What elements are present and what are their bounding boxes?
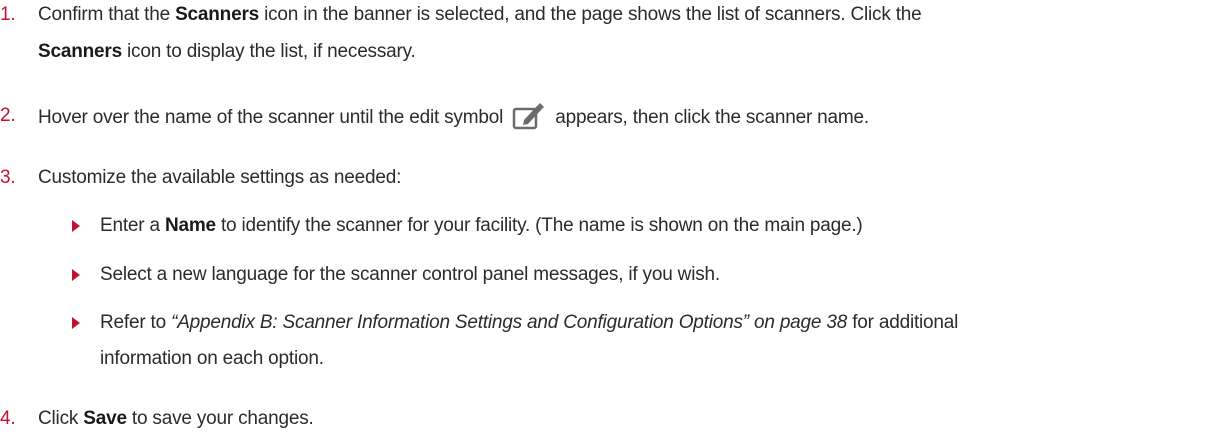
edit-icon [512, 101, 545, 131]
bullet-item: Enter a Name to identify the scanner for… [0, 211, 1217, 241]
step-number: 2. [0, 105, 16, 126]
step-3: 3. Customize the available settings as n… [0, 163, 1217, 193]
scanners-term: Scanners [38, 41, 122, 62]
step-text: Click Save to save your changes. [38, 408, 314, 429]
name-term: Name [164, 215, 216, 236]
step-text: Customize the available settings as need… [38, 167, 402, 188]
step-number: 3. [0, 167, 16, 188]
bullet-arrow-icon [72, 220, 80, 232]
step-number: 4. [0, 408, 16, 429]
step-number: 1. [0, 4, 16, 25]
bullet-arrow-icon [72, 317, 80, 329]
bullet-arrow-icon [72, 269, 80, 281]
bullet-item: Select a new language for the scanner co… [0, 260, 1217, 290]
bullet-item: Refer to “Appendix B: Scanner Informatio… [0, 308, 1217, 374]
save-term: Save [83, 408, 127, 429]
procedure-steps: 1. Confirm that the Scanners icon in the… [0, 0, 1227, 434]
step-text: Hover over the name of the scanner until… [38, 101, 1217, 133]
step-2: 2. Hover over the name of the scanner un… [0, 101, 1217, 133]
step-1: 1. Confirm that the Scanners icon in the… [0, 0, 1217, 67]
step-text: Confirm that the Scanners icon in the ba… [38, 4, 922, 62]
cross-reference-link[interactable]: “Appendix B: Scanner Information Setting… [171, 312, 847, 333]
step-4: 4. Click Save to save your changes. [0, 404, 1217, 434]
scanners-term: Scanners [175, 4, 260, 25]
